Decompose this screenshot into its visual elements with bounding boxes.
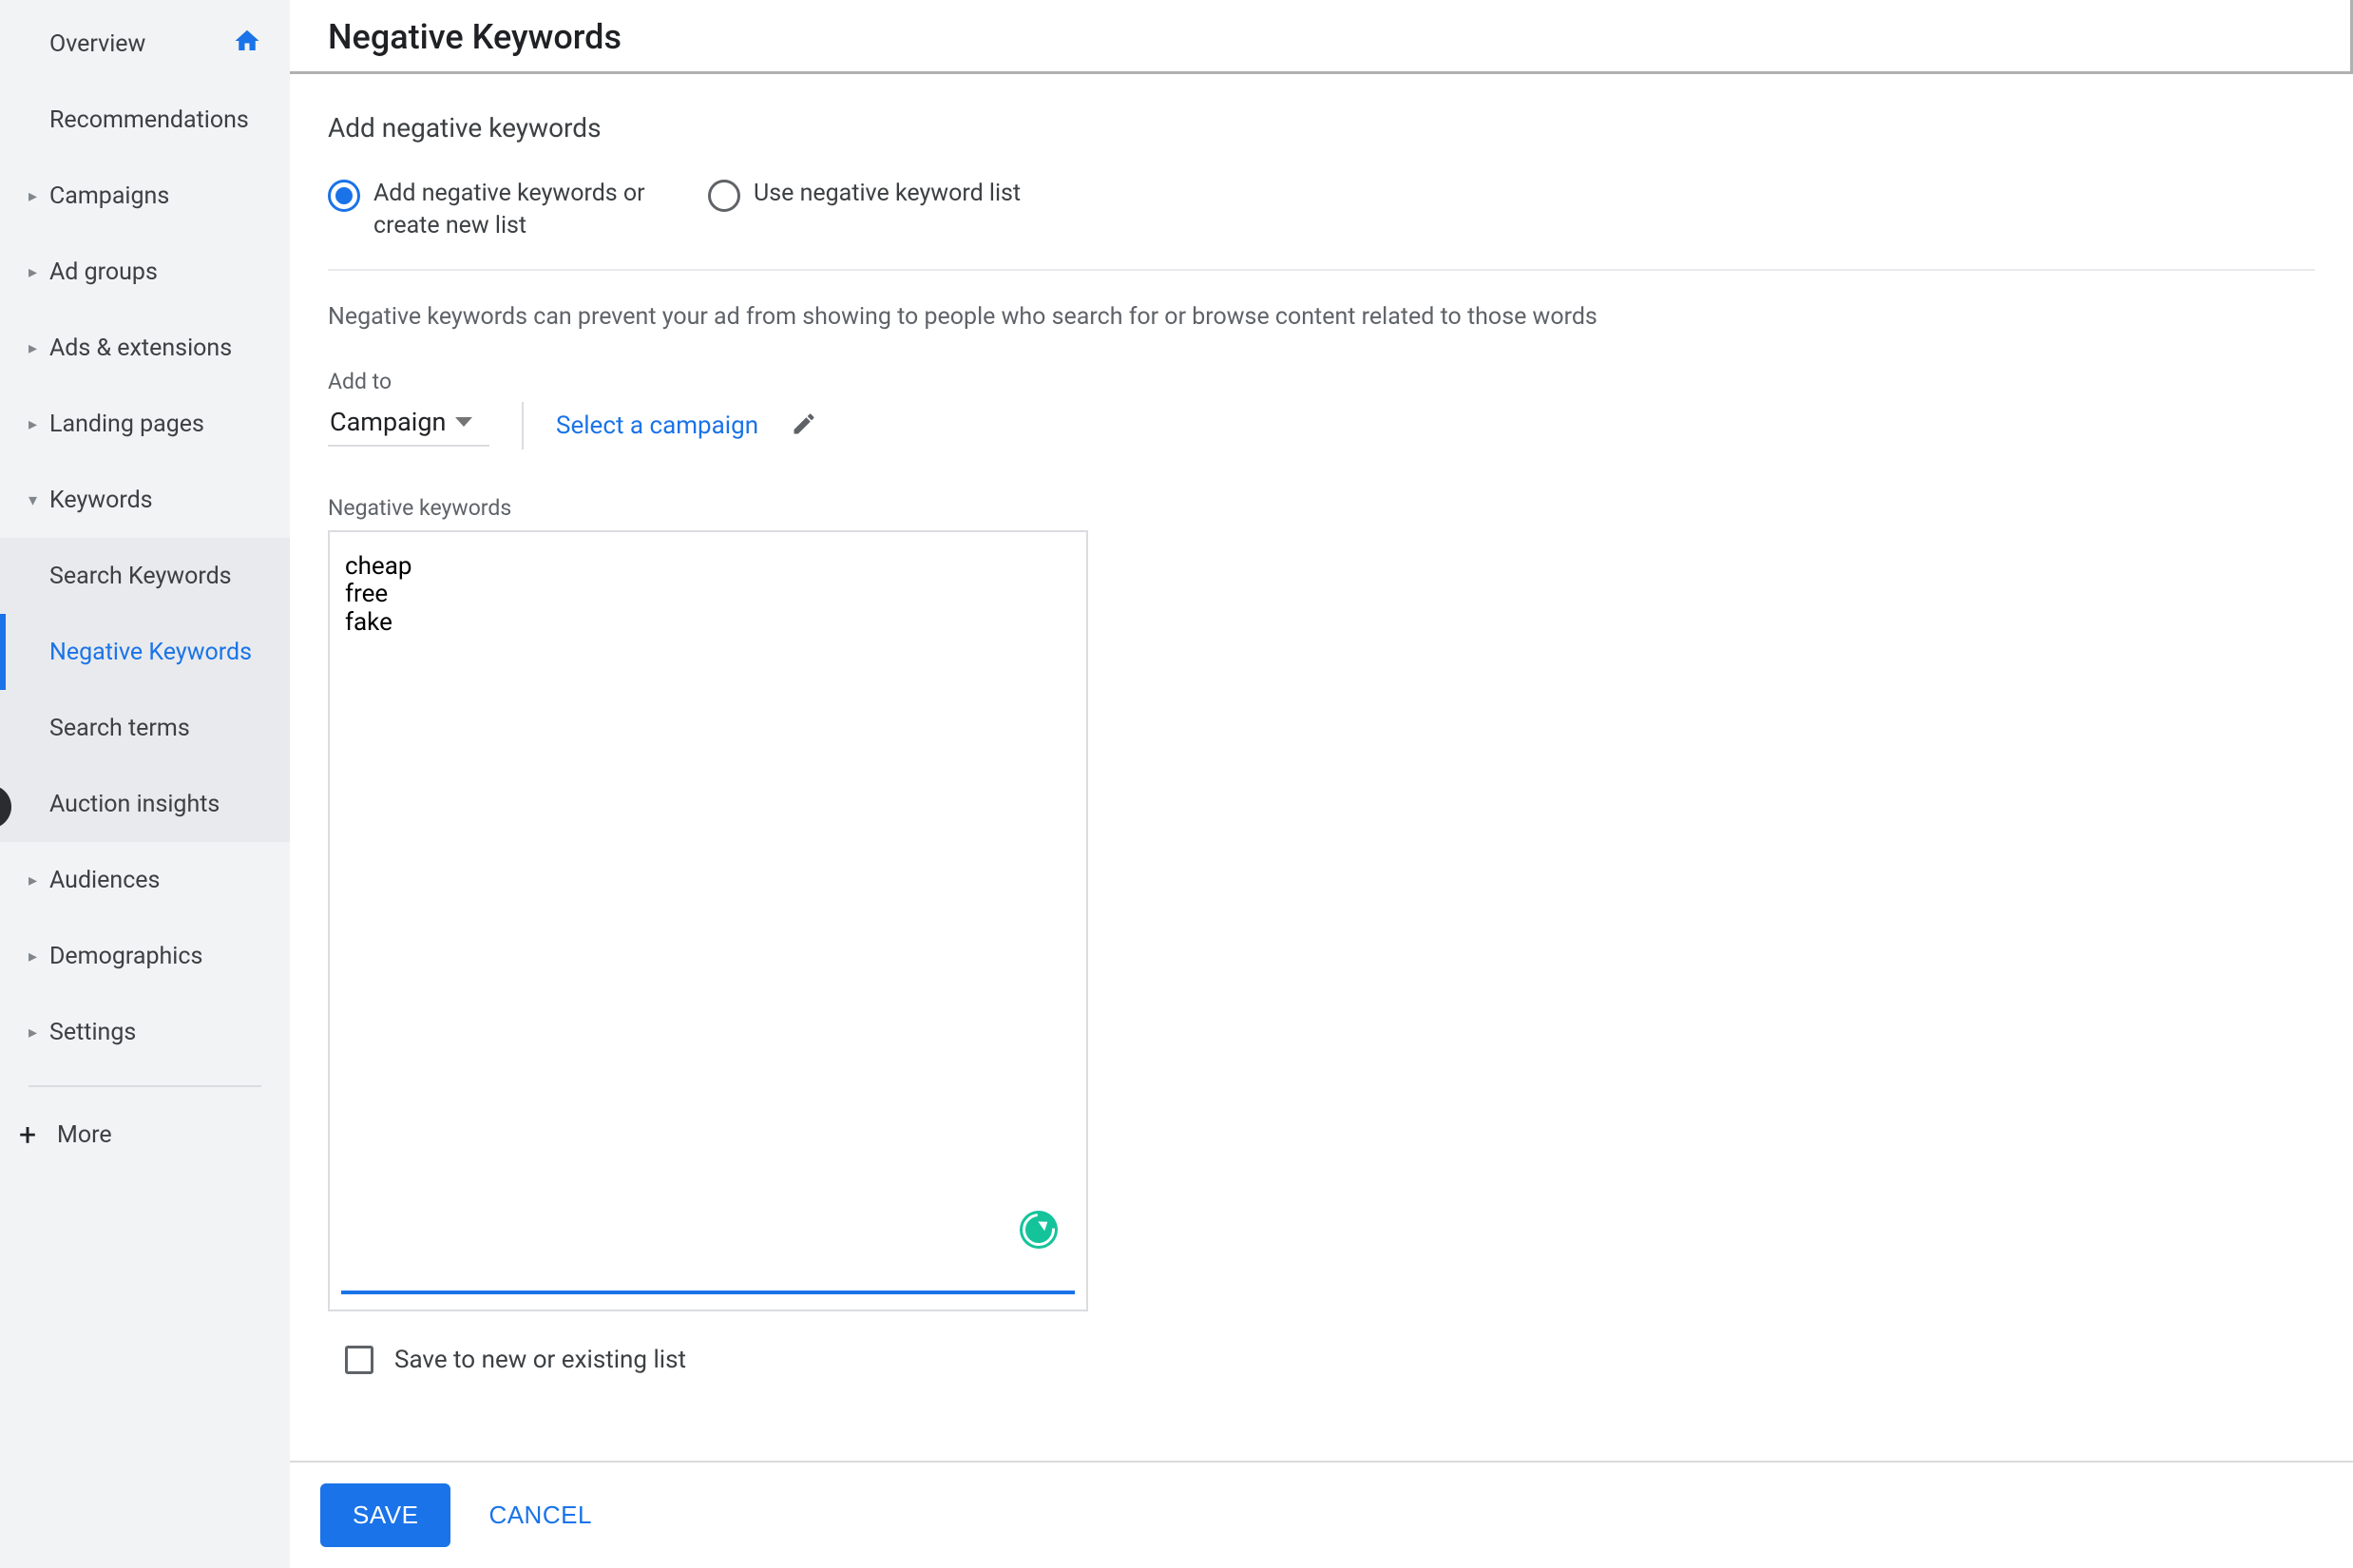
save-button[interactable]: SAVE (320, 1483, 450, 1547)
sidebar-label: More (57, 1121, 261, 1149)
sidebar-item-audiences[interactable]: ▸ Audiences (0, 842, 290, 918)
sidebar-label: Settings (49, 1019, 261, 1046)
radio-icon (708, 180, 740, 212)
chevron-right-icon: ▸ (29, 414, 49, 434)
divider (29, 1085, 261, 1087)
caret-down-icon (455, 417, 472, 427)
negative-keywords-textarea[interactable] (341, 544, 1075, 1294)
dropdown-value: Campaign (330, 407, 446, 437)
sidebar-item-ads-extensions[interactable]: ▸ Ads & extensions (0, 310, 290, 386)
divider (328, 269, 2315, 271)
negative-keywords-label: Negative keywords (328, 495, 2315, 521)
textarea-wrapper (328, 530, 1088, 1311)
add-to-dropdown[interactable]: Campaign (328, 405, 489, 447)
sidebar-label: Landing pages (49, 411, 261, 438)
chevron-right-icon: ▸ (29, 870, 49, 890)
pencil-icon[interactable] (791, 411, 817, 441)
home-icon (233, 27, 261, 62)
add-to-label: Add to (328, 369, 2315, 394)
section-title: Add negative keywords (328, 112, 2315, 143)
checkbox-label: Save to new or existing list (394, 1346, 686, 1374)
chevron-right-icon: ▸ (29, 1023, 49, 1042)
sidebar-sub-label: Auction insights (49, 791, 220, 818)
chevron-right-icon: ▸ (29, 947, 49, 966)
footer: SAVE CANCEL (290, 1461, 2353, 1568)
sidebar-label: Campaigns (49, 182, 261, 210)
radio-use-list[interactable]: Use negative keyword list (708, 178, 1021, 212)
hint-text: Negative keywords can prevent your ad fr… (328, 303, 2315, 331)
chevron-right-icon: ▸ (29, 262, 49, 282)
page-title: Negative Keywords (290, 0, 2353, 74)
sidebar-item-overview[interactable]: Overview (0, 6, 290, 82)
sidebar-item-demographics[interactable]: ▸ Demographics (0, 918, 290, 994)
sidebar-item-settings[interactable]: ▸ Settings (0, 994, 290, 1070)
sidebar-label: Demographics (49, 943, 261, 970)
radio-icon (328, 180, 360, 212)
select-campaign-link[interactable]: Select a campaign (556, 411, 758, 440)
grammarly-icon[interactable] (1020, 1211, 1058, 1249)
add-to-row: Campaign Select a campaign (328, 402, 2315, 449)
sidebar-sub-search-terms[interactable]: Search terms (0, 690, 290, 766)
radio-create-new[interactable]: Add negative keywords or create new list (328, 178, 678, 242)
radio-label: Use negative keyword list (754, 178, 1021, 210)
radio-group: Add negative keywords or create new list… (328, 178, 2315, 242)
sidebar-sub-label: Search Keywords (49, 563, 232, 590)
sidebar-sub-label: Negative Keywords (49, 639, 252, 666)
sidebar: Overview Recommendations ▸ Campaigns ▸ A… (0, 0, 290, 1568)
chevron-down-icon: ▾ (29, 490, 49, 510)
chevron-right-icon: ▸ (29, 338, 49, 358)
sidebar-sub-negative-keywords[interactable]: Negative Keywords (0, 614, 290, 690)
sidebar-label: Overview (49, 30, 233, 58)
sidebar-sub-auction-insights[interactable]: Auction insights (0, 766, 290, 842)
cancel-button[interactable]: CANCEL (488, 1501, 591, 1530)
sidebar-label: Ad groups (49, 258, 261, 286)
sidebar-sub-label: Search terms (49, 715, 190, 742)
sidebar-item-landing-pages[interactable]: ▸ Landing pages (0, 386, 290, 462)
sidebar-sub-search-keywords[interactable]: Search Keywords (0, 538, 290, 614)
radio-label: Add negative keywords or create new list (373, 178, 678, 242)
sidebar-item-keywords[interactable]: ▾ Keywords (0, 462, 290, 538)
sidebar-item-adgroups[interactable]: ▸ Ad groups (0, 234, 290, 310)
sidebar-label: Ads & extensions (49, 335, 261, 362)
divider (522, 402, 524, 449)
form-area: Add negative keywords Add negative keywo… (290, 74, 2353, 1403)
checkbox[interactable] (345, 1346, 373, 1374)
sidebar-item-campaigns[interactable]: ▸ Campaigns (0, 158, 290, 234)
save-to-list-row: Save to new or existing list (328, 1346, 2315, 1374)
sidebar-label: Keywords (49, 487, 261, 514)
main: Negative Keywords Add negative keywords … (290, 0, 2353, 1568)
sidebar-label: Recommendations (49, 106, 261, 134)
sidebar-item-recommendations[interactable]: Recommendations (0, 82, 290, 158)
sidebar-item-more[interactable]: + More (0, 1097, 290, 1173)
chevron-right-icon: ▸ (29, 186, 49, 206)
sidebar-label: Audiences (49, 867, 261, 894)
